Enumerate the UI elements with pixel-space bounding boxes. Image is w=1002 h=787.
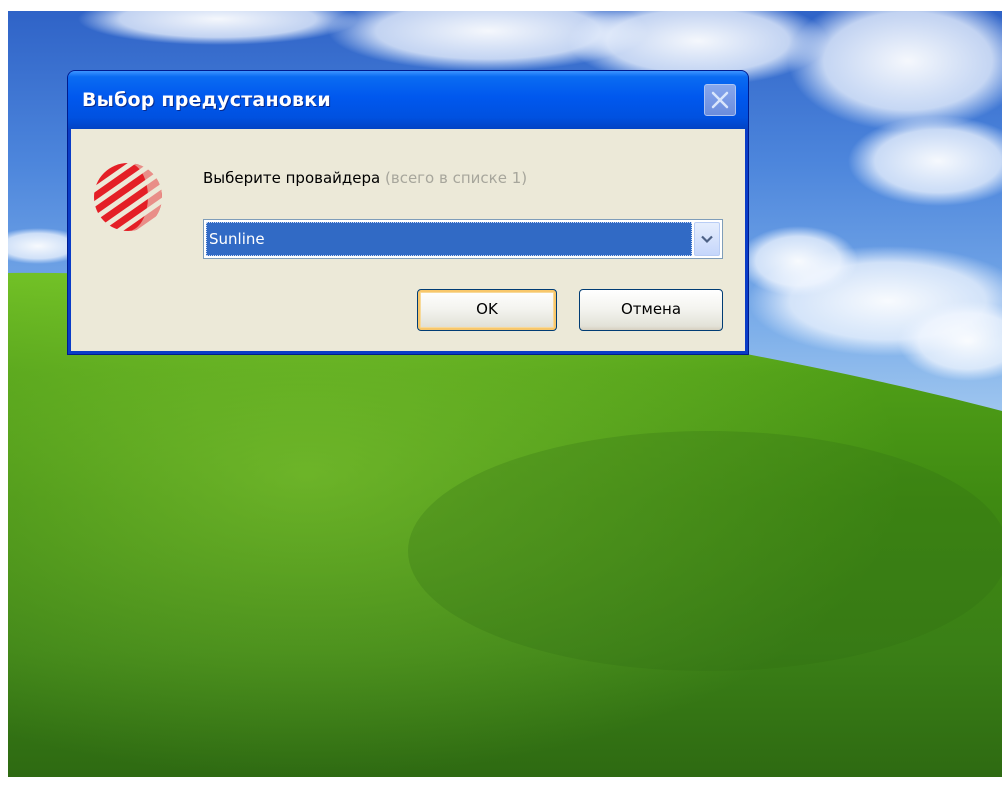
dialog-client-area: Выберите провайдера (всего в списке 1) S… bbox=[71, 129, 745, 351]
provider-select-value[interactable]: Sunline bbox=[206, 222, 692, 256]
preset-dialog: Выбор предустановки Выберите провайдера … bbox=[67, 70, 749, 355]
close-icon bbox=[711, 91, 729, 109]
dialog-titlebar[interactable]: Выбор предустановки bbox=[68, 71, 748, 129]
provider-logo-icon bbox=[94, 163, 162, 231]
cancel-button[interactable]: Отмена bbox=[579, 289, 723, 331]
dialog-title: Выбор предустановки bbox=[82, 89, 331, 111]
ok-button[interactable]: OK bbox=[417, 289, 557, 331]
desktop-background: Выбор предустановки Выберите провайдера … bbox=[8, 11, 1002, 777]
chevron-down-icon bbox=[701, 235, 713, 244]
prompt-label: Выберите провайдера (всего в списке 1) bbox=[203, 169, 527, 187]
close-button[interactable] bbox=[704, 84, 736, 116]
provider-select[interactable]: Sunline bbox=[203, 219, 723, 259]
provider-select-dropdown-button[interactable] bbox=[694, 222, 720, 256]
prompt-text: Выберите провайдера bbox=[203, 169, 381, 187]
prompt-hint: (всего в списке 1) bbox=[385, 169, 528, 187]
